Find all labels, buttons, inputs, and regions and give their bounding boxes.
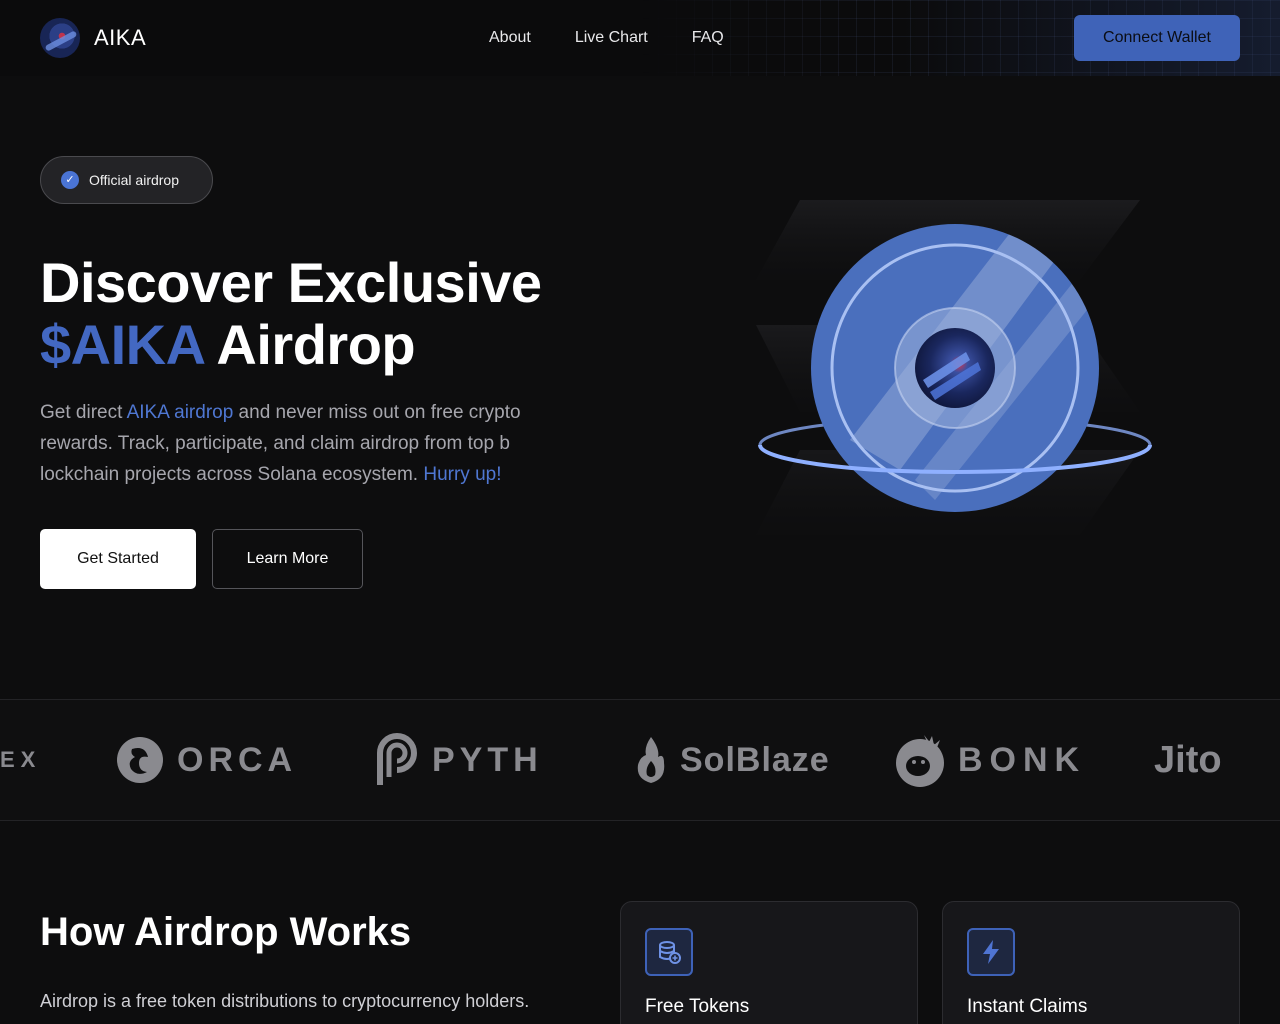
hero-description: Get direct AIKA airdrop and never miss o…	[40, 397, 550, 490]
feature-card-free-tokens: Free Tokens	[620, 901, 918, 1024]
partner-solblaze: SolBlaze	[634, 730, 830, 790]
hero-title-rest: Airdrop	[203, 313, 416, 376]
feature-title-instant-claims: Instant Claims	[967, 996, 1088, 1017]
aika-coin-illustration	[756, 200, 1152, 535]
official-airdrop-badge: ✓ Official airdrop	[40, 156, 213, 204]
orca-icon	[117, 737, 163, 783]
pyth-icon	[377, 733, 417, 785]
partner-orca-label: ORCA	[177, 740, 298, 779]
hero-desc-link[interactable]: AIKA airdrop	[127, 402, 234, 423]
logo[interactable]: AIKA	[40, 18, 146, 58]
partner-solblaze-label: SolBlaze	[680, 740, 830, 779]
learn-more-button[interactable]: Learn More	[212, 529, 363, 589]
how-airdrop-works-desc: Airdrop is a free token distributions to…	[40, 991, 530, 1011]
partner-jito-label: Jito	[1154, 738, 1222, 781]
hero-title: Discover Exclusive $AIKA Airdrop	[40, 252, 600, 376]
partner-orca: ORCA	[115, 730, 297, 790]
partner-bonk: BONK	[894, 730, 1086, 790]
logo-text: AIKA	[94, 25, 147, 50]
hero-title-line1: Discover Exclusive	[40, 251, 542, 314]
verified-check-icon: ✓	[61, 171, 79, 189]
connect-wallet-button[interactable]: Connect Wallet	[1074, 15, 1240, 61]
logo-avatar-icon	[40, 18, 80, 58]
partner-jito: Jito	[1154, 730, 1222, 790]
get-started-button[interactable]: Get Started	[40, 529, 196, 589]
how-airdrop-works-title: How Airdrop Works	[40, 910, 412, 954]
partner-ex: EX	[0, 730, 41, 790]
badge-label: Official airdrop	[89, 172, 180, 188]
partner-logos-strip: EX ORCA PYTH SolBlaze BONK Jito	[0, 699, 1280, 821]
nav-faq[interactable]: FAQ	[692, 29, 724, 47]
hero-desc-accent: Hurry up!	[423, 464, 502, 485]
bonk-dog-icon	[896, 735, 944, 787]
partner-bonk-label: BONK	[958, 740, 1087, 779]
partner-ex-label: EX	[0, 747, 42, 772]
partner-pyth: PYTH	[374, 730, 543, 790]
site-header: AIKA About Live Chart FAQ Connect Wallet	[0, 0, 1280, 76]
coin-stack-icon	[645, 928, 693, 976]
main-nav: About Live Chart FAQ	[489, 29, 724, 47]
landing-page: AIKA About Live Chart FAQ Connect Wallet…	[0, 0, 1280, 1024]
flame-icon	[637, 737, 665, 783]
nav-live-chart[interactable]: Live Chart	[575, 29, 648, 47]
hero-title-accent: $AIKA	[40, 313, 204, 376]
hero-desc-part1: Get direct	[40, 402, 127, 423]
nav-about[interactable]: About	[489, 29, 531, 47]
feature-title-free-tokens: Free Tokens	[645, 996, 750, 1017]
feature-card-instant-claims: Instant Claims	[942, 901, 1240, 1024]
partner-pyth-label: PYTH	[432, 740, 543, 779]
lightning-icon	[967, 928, 1015, 976]
